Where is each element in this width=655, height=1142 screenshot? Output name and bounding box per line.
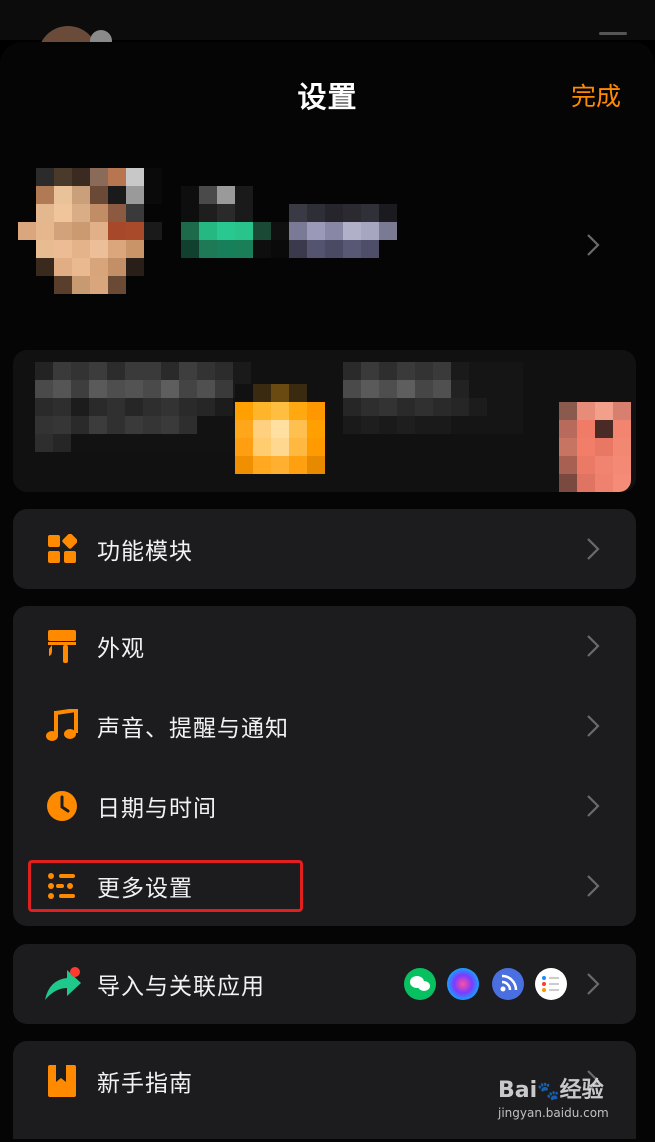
highlight-box — [28, 860, 303, 912]
bookmark-icon — [45, 1064, 79, 1098]
chevron-right-icon — [587, 973, 600, 995]
modules-card: 功能模块 — [13, 509, 636, 589]
menu-label: 导入与关联应用 — [97, 974, 265, 1000]
watermark-url: jingyan.baidu.com — [498, 1106, 609, 1120]
page-title: 设置 — [297, 80, 358, 114]
done-button[interactable]: 完成 — [571, 77, 621, 113]
menu-item-modules[interactable]: 功能模块 — [13, 509, 636, 589]
status-indicator — [599, 32, 627, 35]
rss-icon — [492, 968, 524, 1000]
user-name — [181, 186, 415, 258]
watermark: Bai🐾经验 jingyan.baidu.com — [498, 1078, 609, 1120]
avatar — [18, 168, 162, 294]
share-arrow-icon — [43, 967, 83, 1001]
banner-card[interactable] — [13, 350, 636, 492]
watermark-brand: Bai — [498, 1078, 538, 1103]
menu-label: 外观 — [97, 636, 145, 662]
menu-label: 声音、提醒与通知 — [97, 716, 289, 742]
menu-item-sound[interactable]: 声音、提醒与通知 — [13, 686, 636, 766]
chevron-right-icon — [587, 795, 600, 817]
import-card: 导入与关联应用 — [13, 944, 636, 1024]
menu-label: 日期与时间 — [97, 796, 217, 822]
menu-item-appearance[interactable]: 外观 — [13, 606, 636, 686]
paint-roller-icon — [45, 629, 79, 663]
banner-thumbnail — [559, 402, 631, 492]
siri-icon — [447, 968, 479, 1000]
status-bar — [0, 0, 655, 56]
wechat-icon — [404, 968, 436, 1000]
chevron-right-icon — [587, 635, 600, 657]
watermark-brand-suffix: 经验 — [559, 1078, 604, 1103]
grid-icon — [45, 532, 79, 566]
banner-promo-image — [235, 384, 325, 474]
menu-label: 功能模块 — [97, 539, 193, 565]
chevron-right-icon — [587, 234, 600, 256]
chevron-right-icon — [587, 715, 600, 737]
menu-item-datetime[interactable]: 日期与时间 — [13, 766, 636, 846]
clock-icon — [45, 789, 79, 823]
menu-item-import[interactable]: 导入与关联应用 — [13, 944, 636, 1024]
chevron-right-icon — [587, 538, 600, 560]
reminders-icon — [535, 968, 567, 1000]
chevron-right-icon — [587, 875, 600, 897]
menu-label: 新手指南 — [97, 1071, 193, 1097]
banner-right-content — [343, 362, 523, 434]
music-note-icon — [45, 709, 79, 743]
banner-left-content — [35, 362, 251, 452]
